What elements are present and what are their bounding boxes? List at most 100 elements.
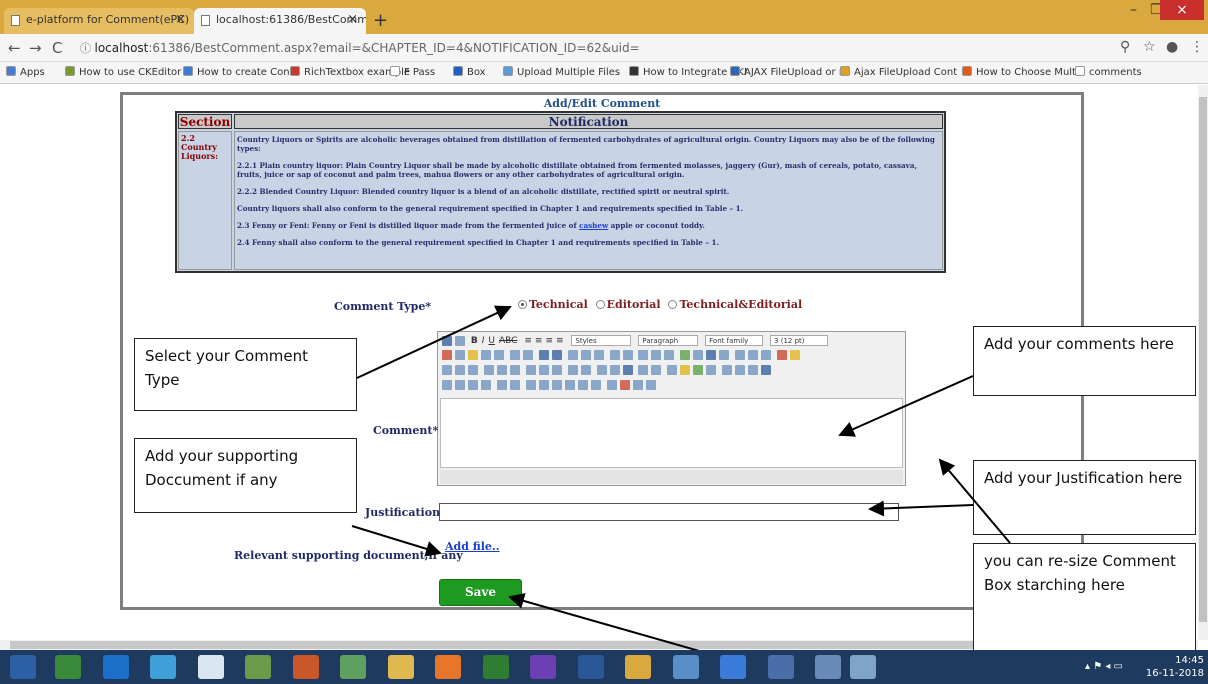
redo-icon[interactable] — [622, 350, 633, 360]
blockquote-icon[interactable] — [593, 350, 604, 360]
col-after-icon[interactable] — [538, 365, 549, 375]
app-icon[interactable] — [815, 655, 841, 679]
ins-icon[interactable] — [577, 380, 588, 390]
replace-icon[interactable] — [522, 350, 533, 360]
cleanup-icon[interactable] — [693, 350, 704, 360]
back-icon[interactable]: ← — [8, 39, 21, 57]
nonbreaking-icon[interactable] — [619, 380, 630, 390]
highlight-icon[interactable] — [790, 350, 800, 360]
snipping-tool-icon[interactable] — [850, 655, 876, 679]
bookmark-item[interactable]: How to use CKEditor — [65, 66, 181, 78]
advhr-icon[interactable] — [706, 365, 717, 375]
visual-studio-icon[interactable] — [530, 655, 556, 679]
add-file-link[interactable]: Add file.. — [445, 540, 500, 553]
menu-icon[interactable]: ⋮ — [1190, 39, 1204, 55]
horizontal-rule-icon[interactable] — [596, 365, 607, 375]
underline-icon[interactable]: U — [488, 336, 495, 346]
delete-row-icon[interactable] — [509, 365, 520, 375]
align-right-icon[interactable]: ≡ — [545, 336, 553, 346]
new-doc-icon[interactable] — [455, 335, 465, 346]
bookmark-item[interactable]: Upload Multiple Files — [503, 66, 620, 78]
profile-icon[interactable]: ● — [1166, 39, 1178, 55]
ltr-icon[interactable] — [735, 365, 746, 375]
image-icon[interactable] — [680, 350, 691, 360]
row-props-icon[interactable] — [455, 365, 465, 375]
row-before-icon[interactable] — [483, 365, 494, 375]
anchor-icon[interactable] — [664, 350, 675, 360]
undo-icon[interactable] — [609, 350, 620, 360]
save-icon[interactable] — [442, 335, 452, 346]
justify-icon[interactable]: ≡ — [556, 336, 564, 346]
minimize-icon[interactable]: – — [1130, 2, 1137, 18]
styles-select[interactable]: Styles — [571, 335, 632, 346]
rtl-icon[interactable] — [748, 365, 759, 375]
close-icon[interactable]: × — [347, 12, 358, 27]
save-button[interactable]: Save — [439, 579, 522, 606]
windows-start-icon[interactable] — [10, 655, 36, 679]
excel-icon[interactable] — [483, 655, 509, 679]
insert-time-icon[interactable] — [748, 350, 759, 360]
forward-icon[interactable]: → — [29, 39, 42, 57]
abbr-icon[interactable] — [538, 380, 549, 390]
visual-chars-icon[interactable] — [606, 380, 617, 390]
bold-icon[interactable]: B — [471, 336, 478, 346]
new-tab-button[interactable]: + — [373, 10, 388, 31]
outdent-icon[interactable] — [567, 350, 578, 360]
close-icon[interactable]: × — [175, 12, 186, 27]
acronym-icon[interactable] — [551, 380, 562, 390]
charmap-icon[interactable] — [667, 365, 678, 375]
table-icon[interactable] — [442, 365, 452, 375]
col-before-icon[interactable] — [525, 365, 536, 375]
tab-bestcomment[interactable]: localhost:61386/BestComment.a × — [194, 8, 366, 34]
scroll-thumb[interactable] — [1199, 97, 1207, 622]
font-size-select[interactable]: 3 (12 pt) — [770, 335, 829, 346]
emoticons-icon[interactable] — [680, 365, 691, 375]
remove-format-icon[interactable] — [609, 365, 620, 375]
bookmark-item[interactable]: Box — [453, 66, 486, 78]
cut-icon[interactable] — [442, 350, 452, 360]
bookmark-item[interactable]: comments — [1075, 66, 1142, 78]
visual-aid-icon[interactable] — [622, 365, 633, 375]
insert-date-icon[interactable] — [735, 350, 746, 360]
reload-icon[interactable]: C — [52, 39, 62, 57]
word-icon[interactable] — [578, 655, 604, 679]
merge-cells-icon[interactable] — [580, 365, 591, 375]
absolute-icon[interactable] — [481, 380, 491, 390]
tab-eplatform[interactable]: e-platform for Comment(ePC) × — [4, 8, 194, 34]
app-icon[interactable] — [293, 655, 319, 679]
media-icon[interactable] — [693, 365, 704, 375]
template-icon[interactable] — [632, 380, 643, 390]
pagebreak-icon[interactable] — [645, 380, 656, 390]
radio-technical-editorial-label[interactable]: Technical&Editorial — [679, 298, 802, 311]
align-left-icon[interactable]: ≡ — [524, 336, 532, 346]
spellcheck-icon[interactable] — [509, 380, 520, 390]
paste-text-icon[interactable] — [481, 350, 491, 360]
radio-editorial-label[interactable]: Editorial — [607, 298, 661, 311]
del-icon[interactable] — [564, 380, 575, 390]
ie-browser-icon[interactable] — [103, 655, 129, 679]
app-icon[interactable] — [673, 655, 699, 679]
app-icon[interactable] — [768, 655, 794, 679]
indent-icon[interactable] — [580, 350, 591, 360]
justification-input[interactable] — [439, 503, 899, 521]
cashew-link[interactable]: cashew — [579, 221, 608, 230]
firefox-icon[interactable] — [435, 655, 461, 679]
help-icon[interactable] — [706, 350, 717, 360]
subscript-icon[interactable] — [638, 365, 649, 375]
paste-word-icon[interactable] — [494, 350, 504, 360]
font-family-select[interactable]: Font family — [705, 335, 764, 346]
tray-icons[interactable]: ▴ ⚑ ◂ ▭ — [1085, 661, 1123, 672]
bookmark-star-icon[interactable]: ☆ — [1143, 39, 1156, 55]
bookmark-item[interactable]: Apps — [6, 66, 45, 78]
copy-icon[interactable] — [455, 350, 465, 360]
preview-icon[interactable] — [761, 350, 772, 360]
format-select[interactable]: Paragraph — [638, 335, 699, 346]
row-after-icon[interactable] — [496, 365, 507, 375]
zoom-icon[interactable]: ⚲ — [1120, 39, 1130, 55]
number-list-icon[interactable] — [551, 350, 562, 360]
outlook-icon[interactable] — [150, 655, 176, 679]
system-clock[interactable]: 14:45 16-11-2018 — [1146, 654, 1204, 680]
url-field[interactable]: ⓘ localhost:61386/BestComment.aspx?email… — [80, 38, 1080, 58]
delete-col-icon[interactable] — [551, 365, 562, 375]
text-color-icon[interactable] — [777, 350, 787, 360]
